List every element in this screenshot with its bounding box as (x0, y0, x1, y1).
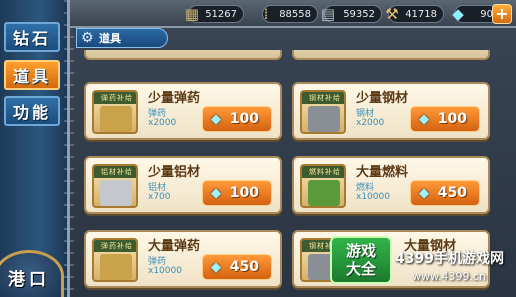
tab-items[interactable]: 道具 (4, 60, 60, 90)
diamond-icon: ◆ (211, 260, 221, 275)
resource-aluminum-value: 41718 (405, 8, 437, 20)
item-name: 少量铝材 (148, 165, 201, 180)
diamond-icon: ◆ (452, 5, 464, 23)
item-quantity: x10000 (148, 266, 182, 276)
watermark-logo-line1: 游戏 (345, 242, 376, 260)
item-icon: 弹药补给 (92, 238, 138, 282)
item-name: 少量钢材 (356, 91, 409, 106)
watermark-url: www.4399.cn (412, 270, 486, 283)
diamond-icon: ◆ (211, 112, 221, 127)
price-label: 100 (437, 111, 467, 127)
steel-crate-icon (308, 106, 340, 132)
item-quantity: x700 (148, 192, 171, 202)
buy-button[interactable]: ◆ 450 (202, 254, 272, 280)
item-quantity: x2000 (148, 118, 177, 128)
resource-aluminum: ⚒ 41718 (385, 5, 444, 23)
price-label: 100 (229, 185, 259, 201)
item-card[interactable]: 燃料补给 大量燃料 燃料 x10000 ◆ 450 (292, 156, 490, 214)
aluminum-icon: ⚒ (385, 5, 399, 23)
resource-bar: ▦ 51267 ⁞ 88558 ▤ 59352 ⚒ 41718 ◆ 90 + (70, 0, 516, 28)
buy-button[interactable]: ◆ 100 (410, 106, 480, 132)
watermark-text: 4399手机游戏网 (395, 251, 504, 267)
gear-icon: ⚙ (81, 30, 94, 46)
price-label: 450 (437, 185, 467, 201)
resource-ammo-value: 88558 (279, 8, 311, 20)
ammo-crate-icon (100, 106, 132, 132)
port-button[interactable]: 港口 (0, 250, 64, 297)
price-label: 450 (229, 259, 259, 275)
ammo-icon: ⁞ (263, 5, 269, 23)
item-icon: 铝材补给 (92, 164, 138, 208)
item-tag: 铝材补给 (94, 166, 136, 178)
item-icon: 燃料补给 (300, 164, 346, 208)
watermark-logo-line2: 大全 (345, 260, 376, 278)
item-name: 大量弹药 (148, 239, 201, 254)
resource-steel: ▤ 59352 (321, 5, 382, 23)
buy-button[interactable]: ◆ 100 (202, 106, 272, 132)
diamond-icon: ◆ (419, 186, 429, 201)
game-shop-screen: 钻石 道具 功能 港口 ▦ 51267 ⁞ 88558 ▤ 59352 ⚒ 41… (0, 0, 516, 297)
item-icon: 弹药补给 (92, 90, 138, 134)
item-card-partial (84, 50, 282, 60)
sidebar-divider (64, 0, 74, 297)
item-card[interactable]: 弹药补给 大量弹药 弹药 x10000 ◆ 450 (84, 230, 282, 288)
section-title: 道具 (99, 32, 121, 45)
tab-functions[interactable]: 功能 (4, 96, 60, 126)
item-name: 少量弹药 (148, 91, 201, 106)
item-tag: 燃料补给 (302, 166, 344, 178)
tab-diamonds[interactable]: 钻石 (4, 22, 60, 52)
diamond-icon: ◆ (419, 112, 429, 127)
item-icon: 钢材补给 (300, 90, 346, 134)
steel-icon: ▤ (320, 5, 336, 23)
resource-steel-value: 59352 (343, 8, 375, 20)
resource-supply-value: 51267 (205, 8, 237, 20)
add-diamonds-button[interactable]: + (492, 4, 512, 24)
item-card[interactable]: 钢材补给 少量钢材 钢材 x2000 ◆ 100 (292, 82, 490, 140)
item-quantity: x2000 (356, 118, 385, 128)
diamond-icon: ◆ (211, 186, 221, 201)
item-tag: 钢材补给 (302, 92, 344, 104)
item-name: 大量燃料 (356, 165, 409, 180)
item-tag: 弹药补给 (94, 92, 136, 104)
price-label: 100 (229, 111, 259, 127)
item-quantity: x10000 (356, 192, 390, 202)
section-header: ⚙ 道具 (76, 28, 168, 48)
resource-supply: ▦ 51267 (185, 5, 244, 23)
resource-ammo: ⁞ 88558 (262, 5, 318, 23)
ammo-crate-icon (100, 254, 132, 280)
item-card[interactable]: 铝材补给 少量铝材 铝材 x700 ◆ 100 (84, 156, 282, 214)
category-sidebar: 钻石 道具 功能 港口 (0, 0, 70, 297)
watermark-logo: 游戏 大全 (330, 236, 392, 284)
supply-crate-icon: ▦ (184, 5, 200, 23)
item-card[interactable]: 弹药补给 少量弹药 弹药 x2000 ◆ 100 (84, 82, 282, 140)
fuel-barrel-icon (308, 180, 340, 206)
buy-button[interactable]: ◆ 100 (202, 180, 272, 206)
item-card-partial (292, 50, 490, 60)
aluminum-crate-icon (100, 180, 132, 206)
buy-button[interactable]: ◆ 450 (410, 180, 480, 206)
item-tag: 弹药补给 (94, 240, 136, 252)
